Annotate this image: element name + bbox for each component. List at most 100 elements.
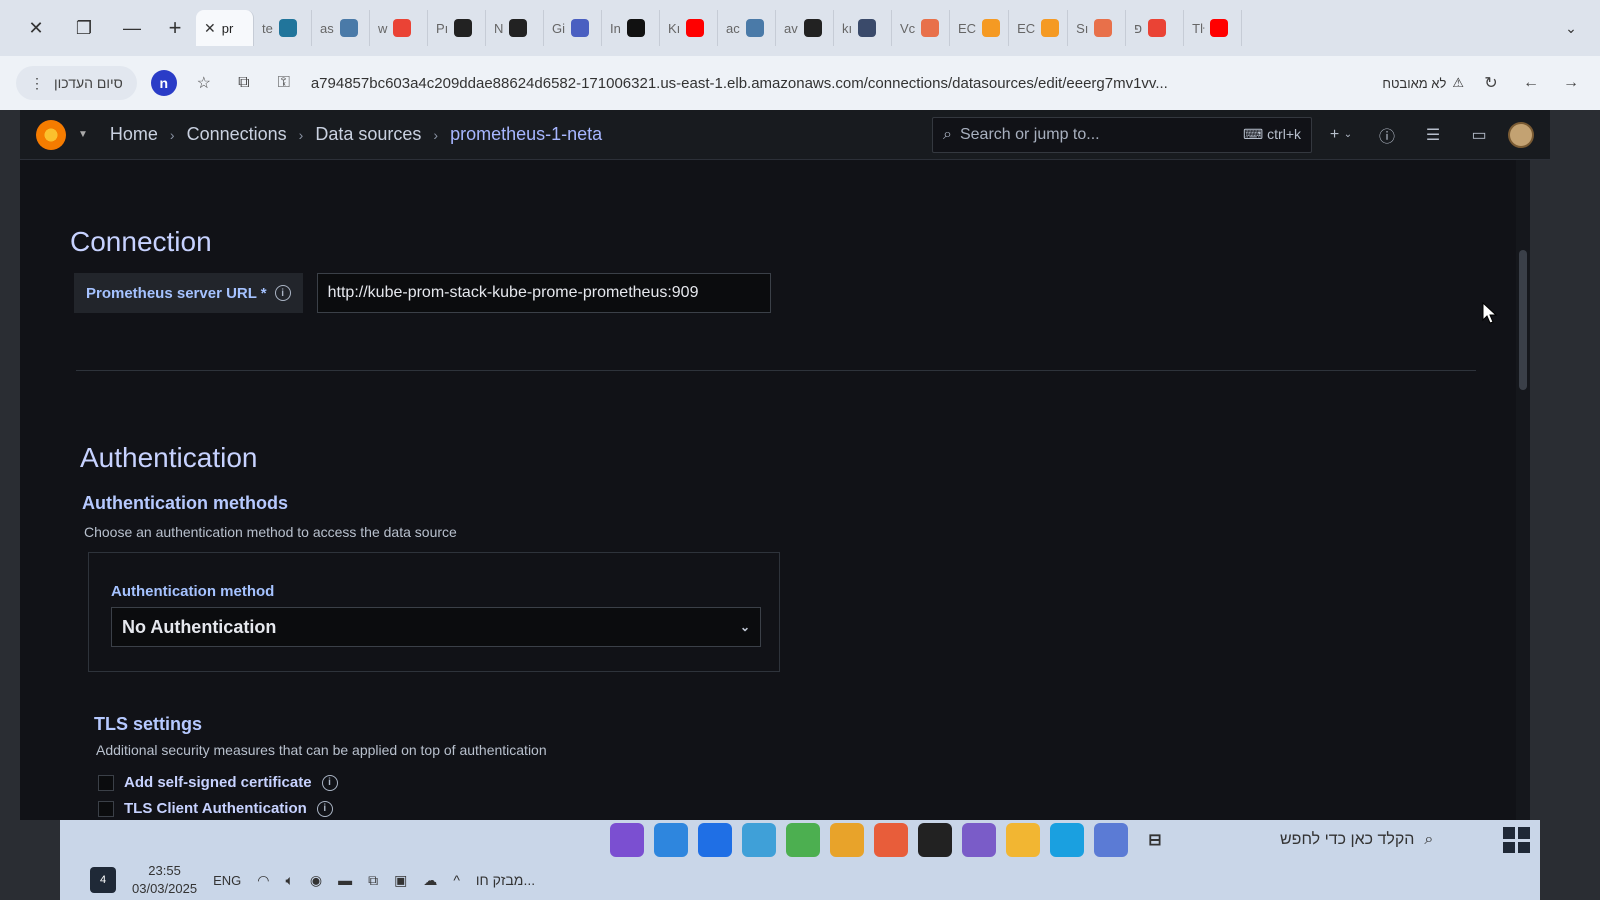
reload-icon[interactable]: ↻ [1478,70,1504,96]
browser-tab[interactable]: Vc [892,10,950,46]
breadcrumb-current[interactable]: prometheus-1-neta [450,124,602,145]
taskbar-clock[interactable]: 23:55 03/03/2025 [132,862,197,898]
edge-icon[interactable] [1050,823,1084,857]
tls-client-auth-checkbox[interactable] [98,800,114,817]
app-icon[interactable] [698,823,732,857]
record-icon[interactable]: ◉ [310,872,322,889]
translate-icon[interactable]: ⧉ [231,70,257,96]
snipping-tool-icon[interactable] [742,823,776,857]
mouse-cursor-icon [1482,302,1498,324]
browser-tab[interactable]: Tŀ [1184,10,1243,46]
tab-label: ac [726,20,740,36]
browser-tab[interactable]: ✕ pr [196,10,254,46]
browser-tab[interactable]: פ [1126,10,1185,46]
taskbar-apps: ⊟ [610,820,1172,860]
microsoft-365-icon[interactable] [962,823,996,857]
auth-method-select[interactable]: No Authentication ⌄ [111,607,761,647]
tab-label: Tŀ [1192,20,1205,36]
language-indicator[interactable]: ENG [213,873,241,888]
breadcrumb-home[interactable]: Home [110,124,158,145]
minimize-window-icon[interactable]: — [110,8,154,48]
tab-favicon-icon [982,19,1001,37]
wifi-icon[interactable]: ◠ [257,872,269,889]
copilot-icon[interactable] [1094,823,1128,857]
browser-tab[interactable]: as [312,10,370,46]
key-icon[interactable]: ⚿ [271,70,297,96]
file-explorer-icon[interactable] [1006,823,1040,857]
tls-description: Additional security measures that can be… [96,742,547,758]
tab-label: N [494,20,504,36]
info-icon[interactable]: i [274,285,291,301]
github-icon[interactable] [918,823,952,857]
app-icon[interactable] [610,823,644,857]
connection-heading: Connection [70,226,212,257]
volume-icon[interactable]: 🔈︎ [285,872,293,889]
kiosk-monitor-icon[interactable]: ▭ [1462,118,1496,152]
browser-tab[interactable]: N [486,10,544,46]
windows-start-icon[interactable] [1500,824,1532,856]
browser-tab[interactable]: te [254,10,312,46]
update-label: סיום העדכון [54,75,123,91]
close-tab-icon[interactable]: ✕ [204,20,216,37]
add-button[interactable]: + ⌄ [1324,118,1358,152]
chevron-down-icon[interactable]: ▼ [78,129,88,140]
browser-tab[interactable]: Gi [544,10,602,46]
browser-tab[interactable]: EC [1009,10,1069,46]
scrollbar-thumb[interactable] [1519,250,1527,390]
info-icon[interactable]: i [316,800,333,817]
tls-client-auth-option[interactable]: TLS Client Authentication i [98,800,333,817]
browser-tab[interactable]: ac [718,10,776,46]
browser-tab[interactable]: In [602,10,660,46]
tab-search-icon[interactable]: ⌄ [1556,13,1586,43]
insecure-badge[interactable]: לא מאובטח ⚠ [1382,75,1464,91]
scrollbar[interactable] [1516,160,1530,820]
notification-icon[interactable]: 4 [90,867,116,893]
breadcrumb-connections[interactable]: Connections [187,124,287,145]
browser-tab[interactable]: kı [834,10,892,46]
tab-favicon-icon [509,19,528,37]
app-icon[interactable] [654,823,688,857]
onedrive-icon[interactable]: ☁ [423,872,437,889]
new-tab-button[interactable]: + [158,11,192,45]
back-icon[interactable]: ← [1518,70,1544,96]
browser-tab[interactable]: Kı [660,10,718,46]
update-browser-button[interactable]: ⋮ סיום העדכון [16,66,137,100]
authentication-heading: Authentication [80,442,258,473]
chrome-icon[interactable] [830,823,864,857]
self-signed-cert-checkbox[interactable] [98,774,114,791]
restore-window-icon[interactable]: ❐ [62,8,106,48]
user-avatar[interactable] [1508,121,1534,148]
server-url-input[interactable]: http://kube-prom-stack-kube-prome-promet… [316,273,771,313]
news-rss-icon[interactable]: ☰ [1416,118,1450,152]
info-icon[interactable]: i [321,774,338,791]
self-signed-cert-option[interactable]: Add self-signed certificate i [98,774,338,791]
app-icon[interactable] [786,823,820,857]
close-window-icon[interactable]: ✕ [14,8,58,48]
browser-tab[interactable]: w [370,10,428,46]
help-icon[interactable]: ⓘ [1370,118,1404,152]
browser-tab[interactable]: av [776,10,834,46]
search-input[interactable]: ⌕ Search or jump to... ⌨ ctrl+k [932,116,1312,153]
tray-app-icon[interactable]: ⧉ [368,872,378,889]
chrome-icon[interactable] [874,823,908,857]
chevron-up-icon[interactable]: ^ [453,872,460,888]
tab-label: Sı [1076,20,1089,36]
tab-label: w [378,20,388,36]
browser-tab[interactable]: Pı [428,10,486,46]
browser-tab[interactable]: Sı [1068,10,1127,46]
tab-favicon-icon [626,19,645,37]
taskbar-news-label[interactable]: מבזק חו... [476,872,535,888]
tray-app-icon[interactable]: ▣ [394,872,407,889]
taskbar-search[interactable]: הקלד כאן כדי לחפש ⌕ [1280,820,1433,860]
tab-favicon-icon [803,19,822,37]
task-view-icon[interactable]: ⊟ [1138,823,1172,857]
grafana-logo-icon[interactable] [36,119,66,150]
star-icon[interactable]: ☆ [191,70,217,96]
tab-label: EC [1017,20,1036,36]
battery-icon[interactable]: ▬ [338,872,352,888]
browser-tab[interactable]: EC [950,10,1010,46]
url-field[interactable]: a794857bc603a4c209ddae88624d6582-1710063… [311,75,1369,92]
profile-avatar[interactable]: n [150,70,177,96]
breadcrumb-data-sources[interactable]: Data sources [315,124,421,145]
forward-icon[interactable]: → [1558,70,1584,96]
